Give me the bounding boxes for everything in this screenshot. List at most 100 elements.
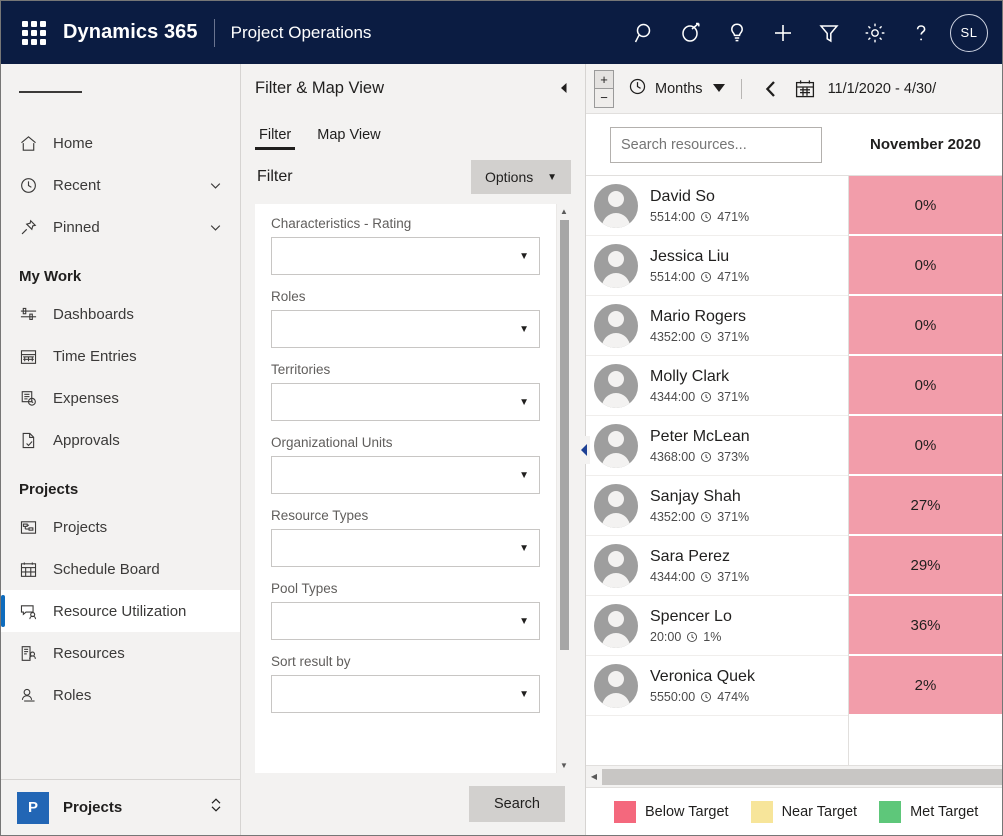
utilization-cell[interactable]: 0% (849, 416, 1002, 476)
organizational-units-select[interactable]: ▼ (271, 456, 540, 494)
sidebar-item-label: Approvals (53, 431, 120, 449)
avatar (594, 243, 638, 288)
sidebar-item-label: Roles (53, 686, 92, 704)
user-avatar[interactable]: SL (950, 13, 988, 52)
resource-hours: 4368:00 (650, 450, 696, 464)
utilization-cell[interactable]: 0% (849, 296, 1002, 356)
legend-swatch-below-target (614, 800, 636, 823)
resource-name: Jessica Liu (650, 248, 730, 265)
app-body: Home Recent Pinned My Work Dashboards Ti… (1, 64, 1002, 835)
sidebar-group-title-my-work: My Work (19, 268, 82, 285)
field-sort-result-by: Sort result by ▼ (271, 654, 540, 713)
sidebar-item-approvals[interactable]: Approvals (1, 419, 240, 461)
sidebar-item-pinned[interactable]: Pinned (1, 206, 240, 248)
options-button-label: Options (485, 169, 534, 185)
panel-splitter-handle[interactable] (579, 435, 590, 464)
options-button[interactable]: Options ▼ (471, 160, 571, 194)
filter-panel-tabs: Filter Map View (241, 112, 585, 150)
filter-icon[interactable] (806, 10, 852, 56)
brand-title[interactable]: Dynamics 365 (63, 21, 198, 44)
previous-period-button[interactable] (754, 80, 788, 98)
expand-collapse-all-controls: + − (594, 69, 614, 108)
chevron-down-icon[interactable] (208, 178, 226, 193)
table-row[interactable]: Molly Clark 4344:00 371% (586, 356, 848, 416)
plus-icon[interactable] (760, 10, 806, 56)
utilization-toolbar: + − Months 11/1/2020 - 4/30/ (586, 64, 1002, 114)
sidebar-item-time-entries[interactable]: Time Entries (1, 335, 240, 377)
utilization-cell[interactable]: 0% (849, 356, 1002, 416)
table-row[interactable]: Jessica Liu 5514:00 471% (586, 236, 848, 296)
pool-types-select[interactable]: ▼ (271, 602, 540, 640)
sidebar-item-roles[interactable]: Roles (1, 674, 240, 716)
table-row[interactable]: Sanjay Shah 4352:00 371% (586, 476, 848, 536)
scrollbar-thumb[interactable] (602, 768, 1002, 785)
tab-map-view[interactable]: Map View (313, 127, 384, 150)
scroll-up-arrow-icon[interactable]: ▲ (560, 204, 568, 219)
sidebar-item-projects[interactable]: Projects (1, 506, 240, 548)
collapse-all-button[interactable]: − (594, 88, 614, 108)
resource-meta: 5514:00 471% (650, 270, 749, 284)
utilization-cell[interactable]: 0% (849, 176, 1002, 236)
expand-all-button[interactable]: + (594, 69, 614, 89)
up-down-chevron-icon[interactable] (208, 796, 224, 819)
table-row[interactable]: David So 5514:00 471% (586, 176, 848, 236)
resource-meta: 4368:00 373% (650, 450, 750, 464)
search-button[interactable]: Search (469, 786, 565, 822)
utilization-cell[interactable]: 36% (849, 596, 1002, 656)
utilization-cell[interactable]: 29% (849, 536, 1002, 596)
territories-select[interactable]: ▼ (271, 383, 540, 421)
hamburger-menu-icon[interactable] (1, 68, 240, 116)
filter-section-header: Filter Options ▼ (241, 150, 585, 204)
sidebar-item-home[interactable]: Home (1, 122, 240, 164)
resource-meta: 5550:00 474% (650, 690, 755, 704)
scroll-left-arrow-icon[interactable]: ◀ (586, 772, 602, 781)
assistant-icon[interactable] (668, 10, 714, 56)
table-row[interactable]: Veronica Quek 5550:00 474% (586, 656, 848, 716)
scrollbar-thumb[interactable] (559, 220, 569, 650)
avatar (594, 363, 638, 408)
clock-icon (700, 691, 712, 703)
app-area-switcher[interactable]: P Projects (1, 779, 240, 835)
app-name[interactable]: Project Operations (231, 23, 372, 43)
date-range-label[interactable]: 11/1/2020 - 4/30/ (828, 81, 937, 97)
filter-form-scrollbar[interactable]: ▲ ▼ (556, 204, 571, 773)
tab-filter[interactable]: Filter (255, 127, 296, 150)
sidebar-item-resources[interactable]: Resources (1, 632, 240, 674)
utilization-cell[interactable]: 0% (849, 236, 1002, 296)
search-icon[interactable] (622, 10, 668, 56)
field-label: Pool Types (271, 581, 338, 596)
legend-swatch-met-target (879, 800, 902, 823)
help-icon[interactable] (898, 10, 944, 56)
table-row[interactable]: Mario Rogers 4352:00 371% (586, 296, 848, 356)
calendar-icon[interactable] (788, 78, 828, 100)
horizontal-scrollbar[interactable]: ◀ (586, 765, 1002, 787)
gear-icon[interactable] (852, 10, 898, 56)
sidebar-item-recent[interactable]: Recent (1, 164, 240, 206)
field-territories: Territories ▼ (271, 362, 540, 421)
month-column-header: November 2020 (870, 136, 981, 153)
sidebar-item-resource-utilization[interactable]: Resource Utilization (1, 590, 240, 632)
field-roles: Roles ▼ (271, 289, 540, 348)
roles-select[interactable]: ▼ (271, 310, 540, 348)
table-row[interactable]: Peter McLean 4368:00 373% (586, 416, 848, 476)
table-row[interactable]: Spencer Lo 20:00 1% (586, 596, 848, 656)
scroll-down-arrow-icon[interactable]: ▼ (560, 758, 568, 773)
sort-result-by-select[interactable]: ▼ (271, 675, 540, 713)
chevron-left-icon[interactable] (557, 81, 571, 95)
sidebar-item-expenses[interactable]: Expenses (1, 377, 240, 419)
clock-icon (700, 511, 712, 523)
sidebar-item-dashboards[interactable]: Dashboards (1, 293, 240, 335)
utilization-column-november: 0% 0% 0% 0% 0% 27% 29% 36% 2% (849, 176, 1002, 765)
sidebar-item-schedule-board[interactable]: Schedule Board (1, 548, 240, 590)
utilization-cell[interactable]: 2% (849, 656, 1002, 716)
time-unit-picker[interactable]: Months (624, 77, 729, 101)
chevron-down-icon[interactable] (208, 220, 226, 235)
chevron-down-icon[interactable] (712, 80, 725, 98)
app-launcher-icon[interactable] (17, 16, 51, 50)
characteristics-rating-select[interactable]: ▼ (271, 237, 540, 275)
utilization-cell[interactable]: 27% (849, 476, 1002, 536)
resource-types-select[interactable]: ▼ (271, 529, 540, 567)
table-row[interactable]: Sara Perez 4344:00 371% (586, 536, 848, 596)
idea-icon[interactable] (714, 10, 760, 56)
search-resources-input[interactable] (610, 126, 822, 163)
